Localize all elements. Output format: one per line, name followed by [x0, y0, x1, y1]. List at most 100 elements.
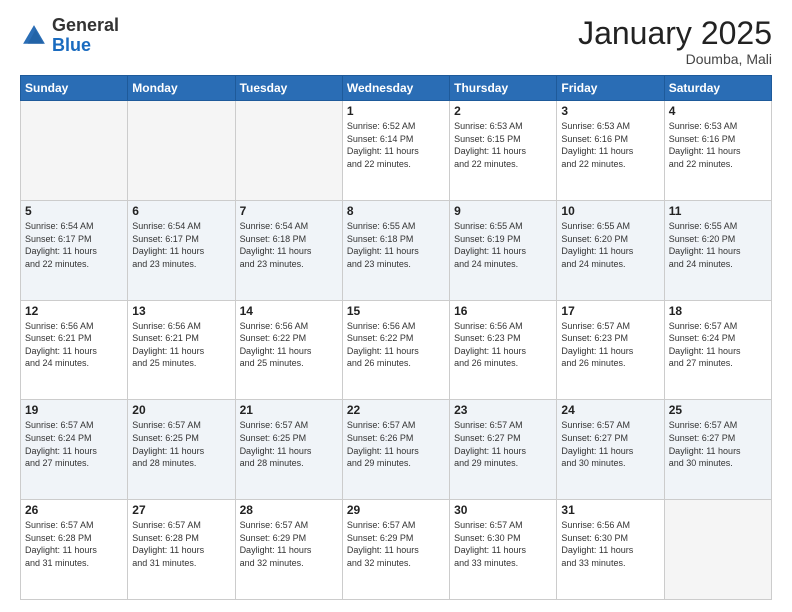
- day-info: Sunrise: 6:56 AM Sunset: 6:23 PM Dayligh…: [454, 320, 552, 370]
- day-info: Sunrise: 6:54 AM Sunset: 6:17 PM Dayligh…: [25, 220, 123, 270]
- table-row: 19 Sunrise: 6:57 AM Sunset: 6:24 PM Dayli…: [21, 400, 128, 500]
- day-info: Sunrise: 6:57 AM Sunset: 6:29 PM Dayligh…: [347, 519, 445, 569]
- day-number: 10: [561, 204, 659, 218]
- day-info: Sunrise: 6:53 AM Sunset: 6:16 PM Dayligh…: [561, 120, 659, 170]
- table-row: 21Sunrise: 6:57 AM Sunset: 6:25 PM Dayli…: [235, 400, 342, 500]
- table-row: 24 Sunrise: 6:57 AM Sunset: 6:27 PM Dayli…: [557, 400, 664, 500]
- day-info: Sunrise: 6:57 AM Sunset: 6:28 PM Dayligh…: [132, 519, 230, 569]
- day-number: 11: [669, 204, 767, 218]
- table-row: [128, 101, 235, 201]
- logo: General Blue: [20, 16, 119, 56]
- table-row: 28 Sunrise: 6:57 AM Sunset: 6:29 PM Dayli…: [235, 500, 342, 600]
- table-row: 29 Sunrise: 6:57 AM Sunset: 6:29 PM Dayli…: [342, 500, 449, 600]
- day-number: 22: [347, 403, 445, 417]
- calendar-week-row: 26 Sunrise: 6:57 AM Sunset: 6:28 PM Dayli…: [21, 500, 772, 600]
- col-saturday: Saturday: [664, 76, 771, 101]
- logo-general-text: General: [52, 15, 119, 35]
- day-info: Sunrise: 6:54 AM Sunset: 6:18 PM Dayligh…: [240, 220, 338, 270]
- day-info: Sunrise: 6:57 AM Sunset: 6:27 PM Dayligh…: [669, 419, 767, 469]
- table-row: 15 Sunrise: 6:56 AM Sunset: 6:22 PM Dayli…: [342, 300, 449, 400]
- day-number: 29: [347, 503, 445, 517]
- page: General Blue January 2025 Doumba, Mali S…: [0, 0, 792, 612]
- day-number: 23: [454, 403, 552, 417]
- table-row: 31 Sunrise: 6:56 AM Sunset: 6:30 PM Dayli…: [557, 500, 664, 600]
- col-tuesday: Tuesday: [235, 76, 342, 101]
- day-info: Sunrise: 6:57 AM Sunset: 6:25 PM Dayligh…: [132, 419, 230, 469]
- day-number: 30: [454, 503, 552, 517]
- day-number: 21: [240, 403, 338, 417]
- table-row: 17 Sunrise: 6:57 AM Sunset: 6:23 PM Dayli…: [557, 300, 664, 400]
- table-row: 5 Sunrise: 6:54 AM Sunset: 6:17 PM Daylig…: [21, 200, 128, 300]
- logo-blue-text: Blue: [52, 35, 91, 55]
- day-info: Sunrise: 6:57 AM Sunset: 6:24 PM Dayligh…: [669, 320, 767, 370]
- table-row: 12 Sunrise: 6:56 AM Sunset: 6:21 PM Dayli…: [21, 300, 128, 400]
- day-number: 7: [240, 204, 338, 218]
- calendar: Sunday Monday Tuesday Wednesday Thursday…: [20, 75, 772, 600]
- table-row: 27 Sunrise: 6:57 AM Sunset: 6:28 PM Dayli…: [128, 500, 235, 600]
- day-number: 31: [561, 503, 659, 517]
- day-number: 20: [132, 403, 230, 417]
- day-info: Sunrise: 6:57 AM Sunset: 6:26 PM Dayligh…: [347, 419, 445, 469]
- table-row: 23 Sunrise: 6:57 AM Sunset: 6:27 PM Dayli…: [450, 400, 557, 500]
- calendar-header-row: Sunday Monday Tuesday Wednesday Thursday…: [21, 76, 772, 101]
- day-number: 17: [561, 304, 659, 318]
- day-info: Sunrise: 6:57 AM Sunset: 6:30 PM Dayligh…: [454, 519, 552, 569]
- day-info: Sunrise: 6:56 AM Sunset: 6:21 PM Dayligh…: [25, 320, 123, 370]
- day-number: 9: [454, 204, 552, 218]
- table-row: 2Sunrise: 6:53 AM Sunset: 6:15 PM Daylig…: [450, 101, 557, 201]
- day-number: 19: [25, 403, 123, 417]
- month-title: January 2025: [578, 16, 772, 51]
- day-number: 14: [240, 304, 338, 318]
- calendar-week-row: 19 Sunrise: 6:57 AM Sunset: 6:24 PM Dayli…: [21, 400, 772, 500]
- table-row: 14 Sunrise: 6:56 AM Sunset: 6:22 PM Dayli…: [235, 300, 342, 400]
- table-row: [664, 500, 771, 600]
- table-row: 7 Sunrise: 6:54 AM Sunset: 6:18 PM Daylig…: [235, 200, 342, 300]
- day-number: 4: [669, 104, 767, 118]
- day-info: Sunrise: 6:56 AM Sunset: 6:22 PM Dayligh…: [347, 320, 445, 370]
- day-number: 15: [347, 304, 445, 318]
- table-row: 10Sunrise: 6:55 AM Sunset: 6:20 PM Dayli…: [557, 200, 664, 300]
- day-number: 27: [132, 503, 230, 517]
- calendar-week-row: 5 Sunrise: 6:54 AM Sunset: 6:17 PM Daylig…: [21, 200, 772, 300]
- day-info: Sunrise: 6:57 AM Sunset: 6:29 PM Dayligh…: [240, 519, 338, 569]
- table-row: 3 Sunrise: 6:53 AM Sunset: 6:16 PM Daylig…: [557, 101, 664, 201]
- day-number: 24: [561, 403, 659, 417]
- table-row: 25Sunrise: 6:57 AM Sunset: 6:27 PM Dayli…: [664, 400, 771, 500]
- table-row: [235, 101, 342, 201]
- day-info: Sunrise: 6:55 AM Sunset: 6:18 PM Dayligh…: [347, 220, 445, 270]
- day-number: 8: [347, 204, 445, 218]
- col-sunday: Sunday: [21, 76, 128, 101]
- table-row: 13 Sunrise: 6:56 AM Sunset: 6:21 PM Dayli…: [128, 300, 235, 400]
- day-number: 26: [25, 503, 123, 517]
- day-info: Sunrise: 6:56 AM Sunset: 6:21 PM Dayligh…: [132, 320, 230, 370]
- day-info: Sunrise: 6:57 AM Sunset: 6:27 PM Dayligh…: [561, 419, 659, 469]
- day-info: Sunrise: 6:57 AM Sunset: 6:27 PM Dayligh…: [454, 419, 552, 469]
- day-number: 13: [132, 304, 230, 318]
- calendar-week-row: 12 Sunrise: 6:56 AM Sunset: 6:21 PM Dayli…: [21, 300, 772, 400]
- table-row: 26Sunrise: 6:57 AM Sunset: 6:28 PM Dayli…: [21, 500, 128, 600]
- day-number: 1: [347, 104, 445, 118]
- day-number: 28: [240, 503, 338, 517]
- col-friday: Friday: [557, 76, 664, 101]
- day-number: 16: [454, 304, 552, 318]
- day-info: Sunrise: 6:57 AM Sunset: 6:23 PM Dayligh…: [561, 320, 659, 370]
- col-wednesday: Wednesday: [342, 76, 449, 101]
- day-info: Sunrise: 6:57 AM Sunset: 6:24 PM Dayligh…: [25, 419, 123, 469]
- table-row: 1Sunrise: 6:52 AM Sunset: 6:14 PM Daylig…: [342, 101, 449, 201]
- location-subtitle: Doumba, Mali: [578, 51, 772, 67]
- table-row: 22 Sunrise: 6:57 AM Sunset: 6:26 PM Dayli…: [342, 400, 449, 500]
- day-info: Sunrise: 6:54 AM Sunset: 6:17 PM Dayligh…: [132, 220, 230, 270]
- day-number: 3: [561, 104, 659, 118]
- table-row: 11Sunrise: 6:55 AM Sunset: 6:20 PM Dayli…: [664, 200, 771, 300]
- table-row: 8 Sunrise: 6:55 AM Sunset: 6:18 PM Daylig…: [342, 200, 449, 300]
- day-number: 12: [25, 304, 123, 318]
- day-number: 2: [454, 104, 552, 118]
- day-info: Sunrise: 6:56 AM Sunset: 6:30 PM Dayligh…: [561, 519, 659, 569]
- col-thursday: Thursday: [450, 76, 557, 101]
- logo-text: General Blue: [52, 16, 119, 56]
- header: General Blue January 2025 Doumba, Mali: [20, 16, 772, 67]
- day-info: Sunrise: 6:56 AM Sunset: 6:22 PM Dayligh…: [240, 320, 338, 370]
- title-block: January 2025 Doumba, Mali: [578, 16, 772, 67]
- day-number: 5: [25, 204, 123, 218]
- day-number: 6: [132, 204, 230, 218]
